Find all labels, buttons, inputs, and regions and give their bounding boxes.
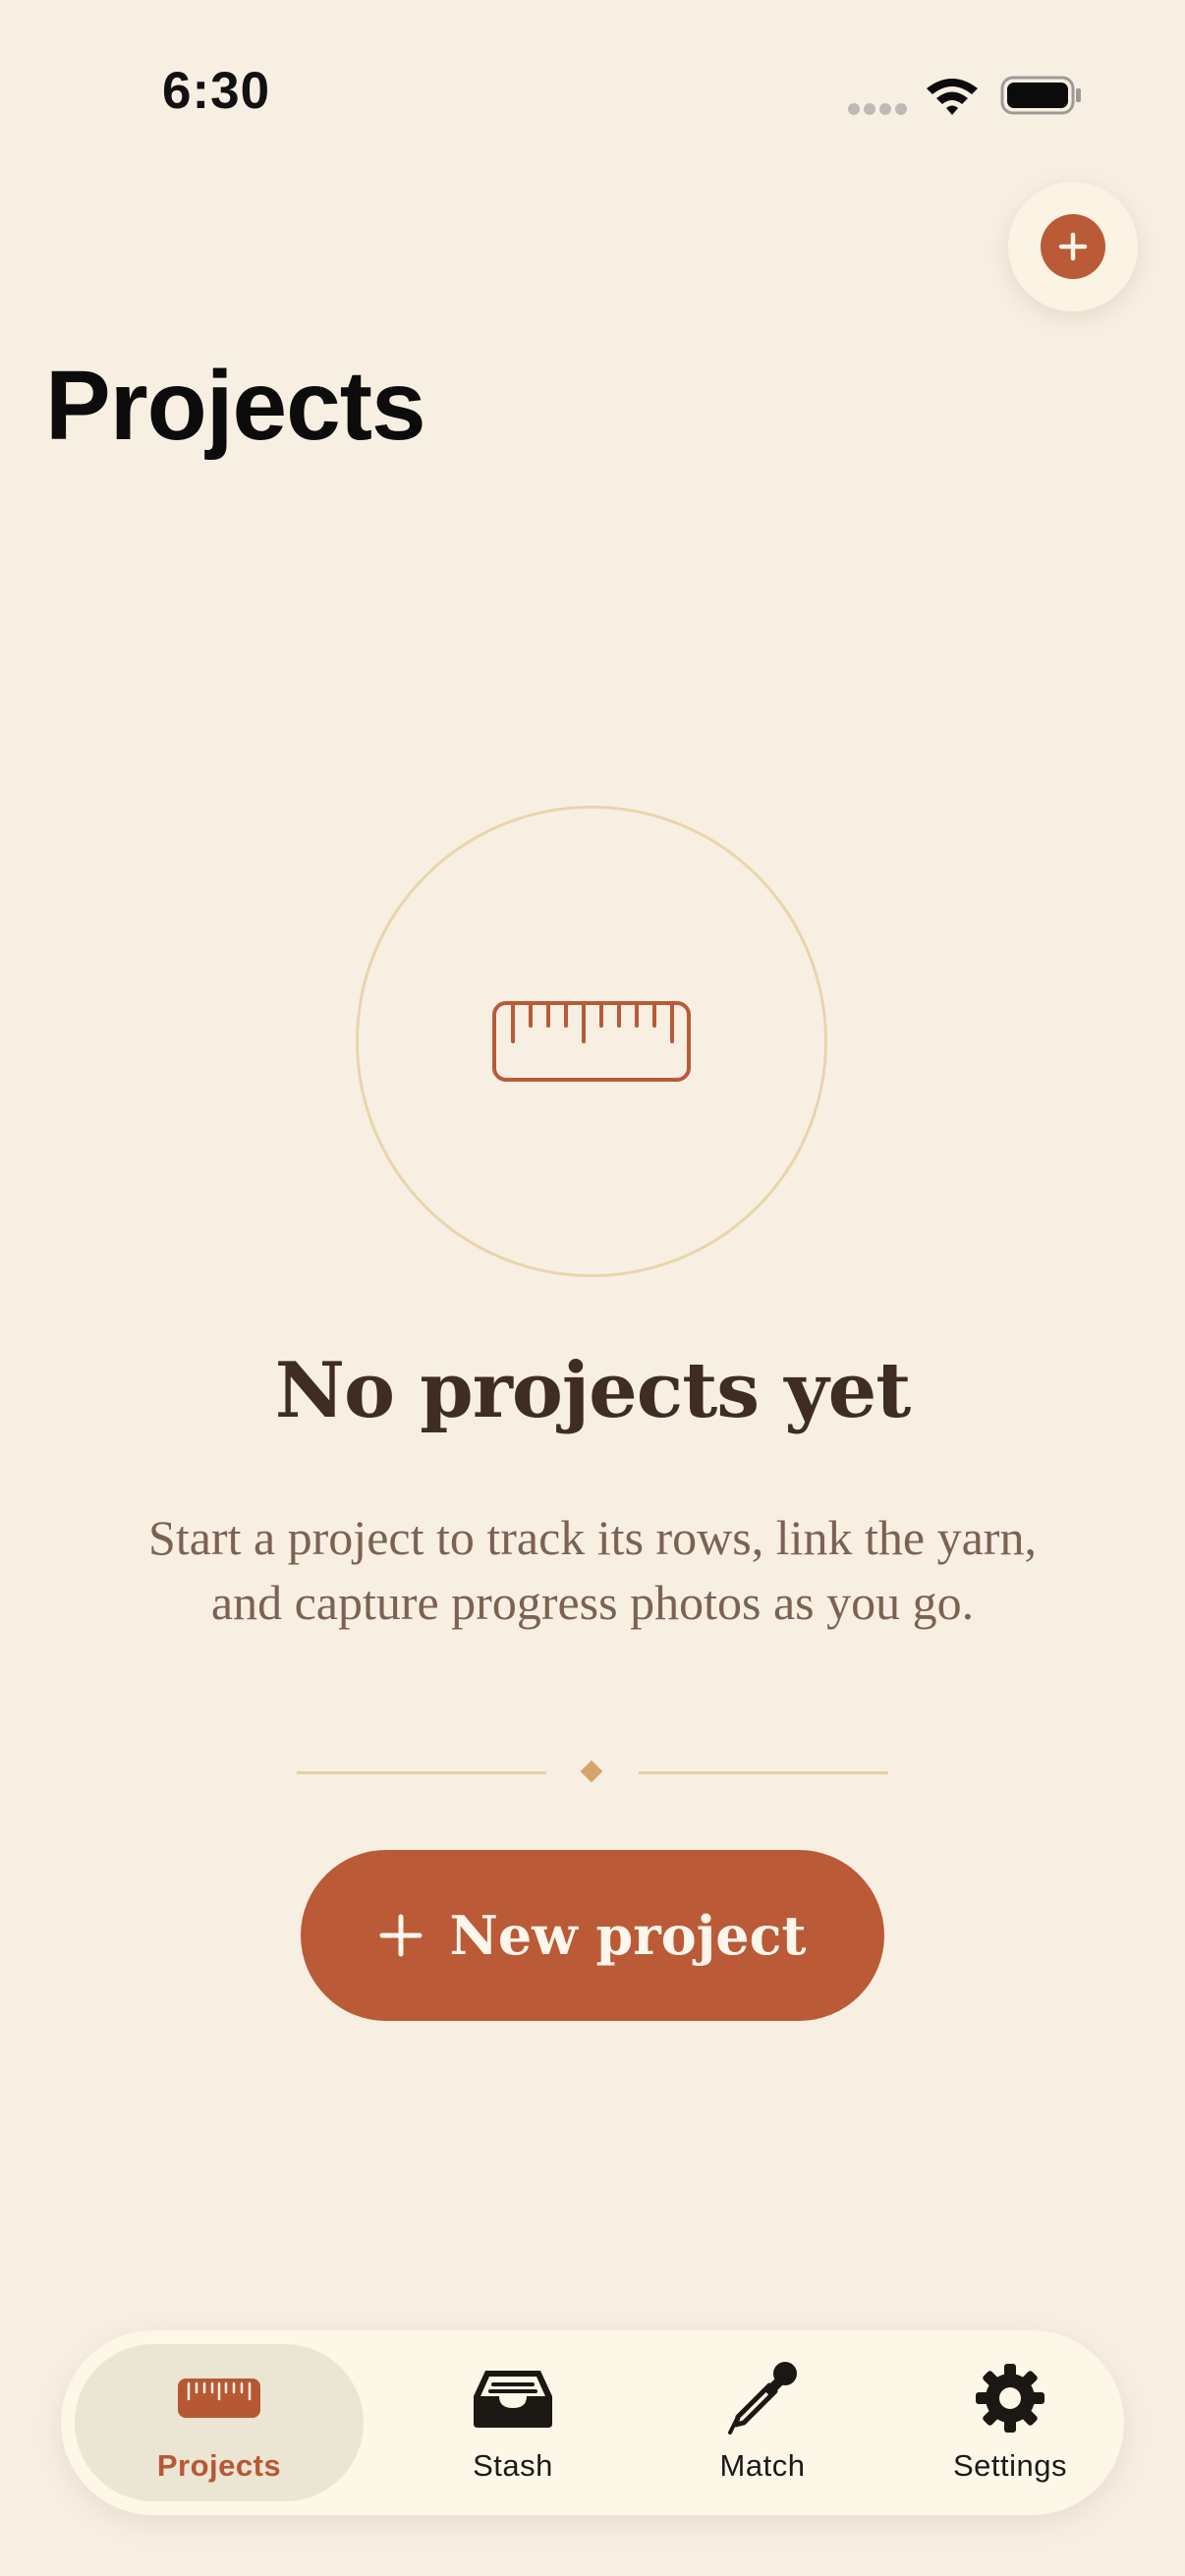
wifi-icon — [927, 79, 978, 115]
tab-settings[interactable]: Settings — [892, 2344, 1128, 2501]
empty-state-illustration — [356, 806, 827, 1277]
ruler-icon — [492, 1001, 691, 1082]
tab-label-match: Match — [719, 2448, 806, 2483]
eyedropper-icon — [728, 2362, 797, 2435]
plus-icon — [379, 1914, 423, 1957]
status-time: 6:30 — [162, 62, 271, 120]
empty-state-description: Start a project to track its rows, link … — [148, 1510, 1037, 1630]
tab-label-projects: Projects — [156, 2448, 282, 2483]
new-project-label: New project — [449, 1904, 807, 1967]
tab-match[interactable]: Match — [645, 2344, 880, 2501]
new-project-button[interactable]: New project — [301, 1850, 884, 2021]
tab-label-stash: Stash — [473, 2448, 553, 2483]
divider-line-left — [297, 1771, 546, 1774]
divider-line-right — [639, 1771, 888, 1774]
tab-label-settings: Settings — [952, 2448, 1067, 2483]
tab-bar: Projects Stash Match Settings — [61, 2330, 1124, 2515]
empty-state-title: No projects yet — [274, 1346, 912, 1435]
plus-icon — [1058, 232, 1088, 261]
tab-stash[interactable]: Stash — [395, 2344, 631, 2501]
ruler-icon — [178, 2379, 260, 2418]
page-title: Projects — [45, 351, 426, 461]
add-project-button[interactable] — [1008, 182, 1138, 311]
cellular-signal-icon — [848, 103, 907, 115]
tray-icon — [474, 2371, 552, 2428]
tab-projects[interactable]: Projects — [75, 2344, 364, 2501]
battery-icon — [1000, 76, 1081, 115]
gear-icon — [976, 2364, 1044, 2433]
plus-circle — [1041, 214, 1105, 279]
divider-diamond — [580, 1760, 603, 1783]
